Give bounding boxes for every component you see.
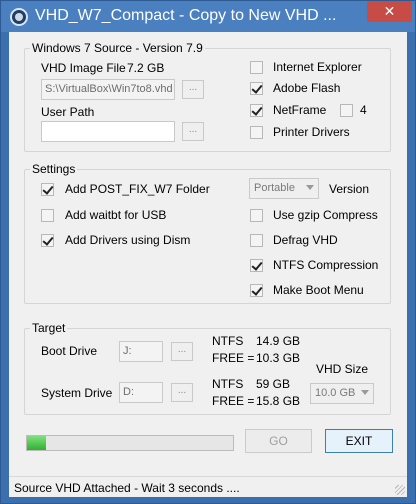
app-icon[interactable]: [10, 8, 28, 26]
settings-group-title: Settings: [30, 162, 78, 176]
system-drive-free-label: FREE =: [212, 394, 255, 408]
add-post-fix-label: Add POST_FIX_W7 Folder: [65, 182, 210, 196]
chevron-down-icon: [361, 390, 369, 395]
version-select[interactable]: Portable: [249, 178, 319, 199]
boot-drive-free-label: FREE =: [212, 351, 255, 365]
app-window: VHD_W7_Compact - Copy to New VHD ... ✕ W…: [0, 0, 416, 504]
source-group: Windows 7 Source - Version 7.9 VHD Image…: [24, 41, 391, 152]
boot-drive-fs: NTFS: [212, 334, 244, 348]
make-boot-menu-label: Make Boot Menu: [273, 283, 364, 297]
progress-bar: [26, 435, 234, 451]
ntfs-compression-checkbox[interactable]: [250, 259, 263, 272]
add-waitbt-label: Add waitbt for USB: [65, 208, 167, 222]
add-drivers-dism-label: Add Drivers using Dism: [65, 233, 191, 247]
vhd-size-label: VHD Size: [316, 362, 369, 376]
adobe-flash-label: Adobe Flash: [273, 81, 341, 95]
internet-explorer-label: Internet Explorer: [273, 60, 362, 74]
internet-explorer-checkbox[interactable]: [250, 61, 263, 74]
add-post-fix-checkbox[interactable]: [41, 183, 54, 196]
boot-drive-free: 10.3 GB: [256, 351, 301, 365]
make-boot-menu-checkbox[interactable]: [250, 284, 263, 297]
add-drivers-dism-checkbox[interactable]: [41, 234, 54, 247]
title-bar[interactable]: VHD_W7_Compact - Copy to New VHD ... ✕: [1, 1, 415, 32]
boot-drive-total: 14.9 GB: [256, 334, 301, 348]
close-button[interactable]: ✕: [367, 1, 412, 22]
system-drive-fs: NTFS: [212, 377, 244, 391]
vhd-browse-button[interactable]: ...: [182, 80, 204, 99]
target-group: Target Boot Drive J: ... NTFS 14.9 GB FR…: [24, 321, 391, 415]
defrag-vhd-label: Defrag VHD: [273, 233, 338, 247]
netframe-4-checkbox[interactable]: [340, 104, 353, 117]
vhd-size-select[interactable]: 10.0 GB: [310, 383, 374, 404]
version-label: Version: [329, 182, 370, 196]
vhd-size-value: 10.0 GB: [315, 387, 356, 399]
user-path-field[interactable]: [41, 121, 175, 142]
exit-button[interactable]: EXIT: [325, 429, 393, 453]
netframe-label: NetFrame: [273, 103, 327, 117]
progress-bar-fill: [27, 436, 46, 450]
netframe-checkbox[interactable]: [250, 104, 263, 117]
system-drive-field[interactable]: D:: [119, 382, 163, 403]
source-group-title: Windows 7 Source - Version 7.9: [30, 41, 205, 55]
settings-group: Settings Add POST_FIX_W7 Folder Add wait…: [24, 162, 391, 304]
boot-drive-browse-button[interactable]: ...: [171, 342, 193, 361]
window-title: VHD_W7_Compact - Copy to New VHD ...: [35, 7, 337, 24]
version-select-value: Portable: [254, 182, 295, 194]
gzip-compress-checkbox[interactable]: [250, 209, 263, 222]
system-drive-total: 59 GB: [256, 377, 291, 391]
printer-drivers-label: Printer Drivers: [273, 125, 350, 139]
user-path-label: User Path: [41, 105, 95, 119]
add-waitbt-checkbox[interactable]: [41, 209, 54, 222]
client-area: Windows 7 Source - Version 7.9 VHD Image…: [9, 32, 407, 497]
boot-drive-label: Boot Drive: [41, 344, 98, 358]
system-drive-label: System Drive: [41, 386, 113, 400]
go-button[interactable]: GO: [245, 429, 312, 453]
ntfs-compression-label: NTFS Compression: [273, 258, 379, 272]
vhd-image-label: VHD Image File: [41, 61, 126, 75]
resize-grip-icon[interactable]: [395, 485, 405, 495]
chevron-down-icon: [306, 185, 314, 190]
boot-drive-field[interactable]: J:: [119, 341, 163, 362]
status-bar: Source VHD Attached - Wait 3 seconds ...…: [9, 476, 407, 497]
user-path-browse-button[interactable]: ...: [182, 122, 204, 141]
system-drive-free: 15.8 GB: [256, 394, 301, 408]
target-group-title: Target: [30, 321, 68, 335]
system-drive-browse-button[interactable]: ...: [171, 383, 193, 402]
adobe-flash-checkbox[interactable]: [250, 82, 263, 95]
gzip-compress-label: Use gzip Compress: [273, 208, 378, 222]
defrag-vhd-checkbox[interactable]: [250, 234, 263, 247]
vhd-image-size: 7.2 GB: [127, 61, 165, 75]
status-text: Source VHD Attached - Wait 3 seconds ...…: [14, 481, 240, 495]
vhd-image-path-field[interactable]: S:\VirtualBox\Win7to8.vhd: [41, 79, 175, 100]
netframe-4-label: 4: [360, 103, 367, 117]
printer-drivers-checkbox[interactable]: [250, 126, 263, 139]
